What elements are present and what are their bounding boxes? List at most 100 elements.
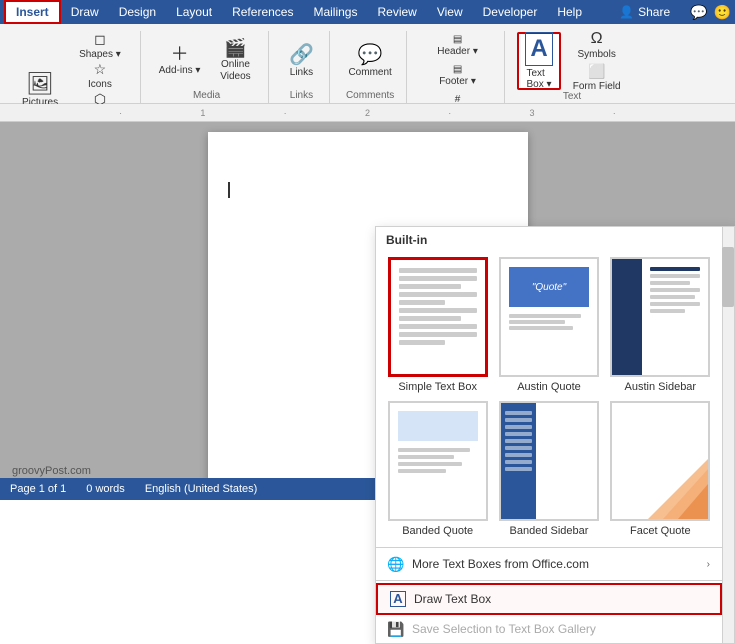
symbols-button[interactable]: Ω Symbols — [567, 31, 627, 59]
word-count: 0 words — [86, 483, 125, 495]
comment-button[interactable]: 💬 Comment — [342, 32, 397, 90]
gallery-grid: Simple Text Box "Quote" — [376, 253, 722, 545]
page-number-icon: # — [455, 94, 461, 105]
text-box-label: TextBox ▾ — [526, 68, 551, 90]
gallery-label-simple-text-box: Simple Text Box — [398, 381, 477, 393]
links-label: Links — [290, 67, 313, 78]
ribbon-group-comments: 💬 Comment Comments — [334, 31, 406, 103]
gallery-thumb-banded-quote — [388, 401, 488, 521]
share-icon: 👤 — [619, 5, 634, 19]
header-label: Header ▾ — [437, 46, 478, 57]
ribbon-group-media: ＋ Add-ins ▾ 🎬 OnlineVideos Media — [145, 31, 270, 103]
shapes-button[interactable]: ◻ Shapes ▾ — [68, 31, 132, 59]
comment-label: Comment — [348, 67, 391, 78]
comment-btn-icon: 💬 — [358, 45, 383, 65]
menu-tab-references[interactable]: References — [222, 0, 303, 24]
text-cursor — [228, 182, 230, 198]
gallery-thumb-simple-text-box — [388, 257, 488, 377]
watermark: groovyPost.com — [8, 464, 95, 478]
gallery-label-austin-quote: Austin Quote — [517, 381, 581, 393]
save-selection-label: Save Selection to Text Box Gallery — [412, 622, 596, 636]
ribbon-group-text: A TextBox ▾ Ω Symbols ⬜ Form Field Text — [509, 31, 634, 103]
gallery-item-austin-sidebar[interactable]: Austin Sidebar — [609, 257, 712, 393]
text-box-button[interactable]: A TextBox ▾ — [517, 32, 560, 90]
menu-tab-help[interactable]: Help — [547, 0, 592, 24]
addins-icon: ＋ — [171, 45, 189, 63]
gallery-item-banded-quote[interactable]: Banded Quote — [386, 401, 489, 537]
symbols-label: Symbols — [577, 49, 615, 60]
share-label: Share — [638, 5, 670, 19]
draw-text-box-label: Draw Text Box — [414, 592, 491, 606]
header-button[interactable]: ▤ Header ▾ — [419, 31, 497, 59]
more-text-boxes-arrow: › — [707, 559, 710, 570]
save-selection-item: 💾 Save Selection to Text Box Gallery — [376, 615, 722, 643]
textbox-dropdown-panel: Built-in — [375, 226, 735, 644]
gallery-thumb-facet-quote — [610, 401, 710, 521]
form-field-label: Form Field — [573, 81, 621, 92]
save-selection-icon: 💾 — [388, 621, 404, 637]
footer-icon: ▤ — [453, 64, 462, 75]
gallery-label-banded-sidebar: Banded Sidebar — [510, 525, 589, 537]
ribbon-group-links: 🔗 Links Links — [273, 31, 330, 103]
links-icon: 🔗 — [289, 45, 314, 65]
ribbon-group-illustrations: 🖼 Pictures ◻ Shapes ▾ ☆ Icons ⬡ 3D Model… — [8, 31, 141, 103]
footer-label: Footer ▾ — [439, 76, 476, 87]
gallery-thumb-banded-sidebar — [499, 401, 599, 521]
links-button[interactable]: 🔗 Links — [281, 32, 321, 90]
menu-tab-review[interactable]: Review — [367, 0, 426, 24]
online-videos-icon: 🎬 — [224, 39, 246, 57]
menu-tab-insert[interactable]: Insert — [4, 0, 61, 24]
icons-label: Icons — [88, 79, 112, 90]
ruler: ·1·2·3· — [0, 104, 735, 122]
menu-tab-layout[interactable]: Layout — [166, 0, 222, 24]
footer-button[interactable]: ▤ Footer ▾ — [419, 61, 497, 89]
smiley-icon[interactable]: 🙂 — [714, 4, 731, 21]
gallery-label-austin-sidebar: Austin Sidebar — [625, 381, 697, 393]
share-button[interactable]: 👤 Share — [605, 1, 684, 23]
menu-tab-view[interactable]: View — [427, 0, 473, 24]
more-text-boxes-icon: 🌐 — [388, 556, 404, 572]
gallery-label-facet-quote: Facet Quote — [630, 525, 691, 537]
online-videos-label: OnlineVideos — [220, 59, 250, 83]
comment-icon[interactable]: 💬 — [690, 4, 707, 21]
gallery-label-banded-quote: Banded Quote — [402, 525, 473, 537]
menu-bar: Insert Draw Design Layout References Mai… — [0, 0, 735, 24]
draw-text-box-icon: A — [390, 591, 406, 607]
text-box-icon: A — [525, 32, 552, 66]
text-group-label: Text — [563, 91, 581, 104]
menu-tab-design[interactable]: Design — [109, 0, 166, 24]
media-group-label: Media — [193, 90, 220, 103]
gallery-thumb-austin-sidebar — [610, 257, 710, 377]
draw-text-box-item[interactable]: A Draw Text Box — [376, 583, 722, 615]
online-videos-button[interactable]: 🎬 OnlineVideos — [210, 32, 260, 90]
ribbon-group-header-footer: ▤ Header ▾ ▤ Footer ▾ # Page Number ▾ He… — [411, 31, 506, 103]
comments-group-label: Comments — [346, 90, 394, 103]
shapes-icon: ◻ — [94, 31, 106, 48]
gallery-thumb-austin-quote: "Quote" — [499, 257, 599, 377]
scrollbar-thumb[interactable] — [722, 247, 734, 307]
gallery-item-austin-quote[interactable]: "Quote" Austin Quote — [497, 257, 600, 393]
dropdown-divider-1 — [376, 547, 722, 548]
more-text-boxes-label: More Text Boxes from Office.com — [412, 557, 589, 571]
gallery-item-banded-sidebar[interactable]: Banded Sidebar — [497, 401, 600, 537]
document-area: Built-in — [0, 122, 735, 478]
dropdown-divider-2 — [376, 580, 722, 581]
addins-label: Add-ins ▾ — [159, 65, 201, 76]
dropdown-header: Built-in — [376, 227, 722, 253]
header-icon: ▤ — [453, 34, 462, 45]
menu-tab-developer[interactable]: Developer — [473, 0, 548, 24]
menu-tab-draw[interactable]: Draw — [61, 0, 109, 24]
icons-icon: ☆ — [94, 61, 107, 78]
gallery-item-simple-text-box[interactable]: Simple Text Box — [386, 257, 489, 393]
ribbon: 🖼 Pictures ◻ Shapes ▾ ☆ Icons ⬡ 3D Model… — [0, 24, 735, 104]
menu-tab-mailings[interactable]: Mailings — [303, 0, 367, 24]
more-text-boxes-item[interactable]: 🌐 More Text Boxes from Office.com › — [376, 550, 722, 578]
pictures-icon: 🖼 — [26, 73, 54, 95]
gallery-item-facet-quote[interactable]: Facet Quote — [609, 401, 712, 537]
form-field-button[interactable]: ⬜ Form Field — [567, 63, 627, 91]
icons-button[interactable]: ☆ Icons — [68, 61, 132, 89]
language: English (United States) — [145, 483, 258, 495]
addins-button[interactable]: ＋ Add-ins ▾ — [153, 32, 207, 90]
scrollbar-track[interactable] — [722, 227, 734, 643]
shapes-label: Shapes ▾ — [79, 49, 121, 60]
